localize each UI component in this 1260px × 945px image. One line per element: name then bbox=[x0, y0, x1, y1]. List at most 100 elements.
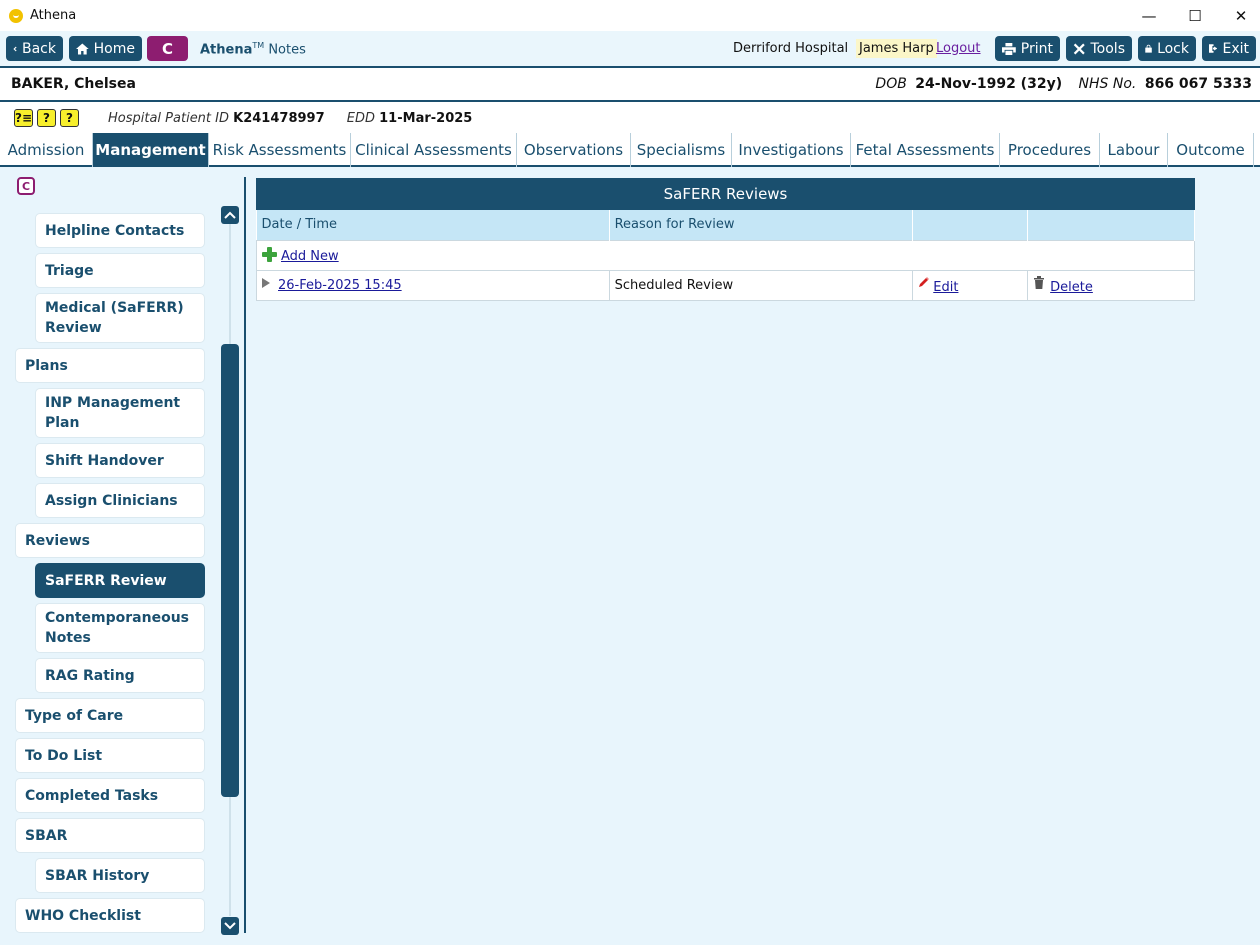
alert-question-icon-2[interactable]: ? bbox=[60, 109, 79, 127]
sidebar-item-medical-saferr-review[interactable]: Medical (SaFERR) Review bbox=[35, 293, 205, 343]
main-toolbar: Back Home C AthenaTM Notes Derriford Hos… bbox=[0, 31, 1260, 66]
window-title: Athena bbox=[30, 8, 77, 23]
patient-identifiers: DOB 24-Nov-1992 (32y) NHS No. 866 067 53… bbox=[863, 76, 1252, 92]
column-header-reason[interactable]: Reason for Review bbox=[609, 210, 914, 240]
hospital-id-label: Hospital Patient ID bbox=[108, 111, 229, 126]
tab-procedures[interactable]: Procedures bbox=[1000, 133, 1100, 167]
minimize-button[interactable]: — bbox=[1126, 0, 1172, 31]
datetime-cell: 26-Feb-2025 15:45 bbox=[256, 269, 610, 301]
column-header-datetime[interactable]: Date / Time bbox=[256, 210, 610, 240]
patient-name: BAKER, Chelsea bbox=[11, 76, 136, 92]
trash-icon[interactable] bbox=[1033, 275, 1045, 289]
delete-cell: Delete bbox=[1027, 269, 1195, 301]
sidebar-item-plans[interactable]: Plans bbox=[15, 348, 205, 383]
home-icon bbox=[76, 42, 89, 55]
tab-investigations[interactable]: Investigations bbox=[732, 133, 851, 167]
add-plus-icon[interactable] bbox=[262, 246, 277, 262]
lock-icon bbox=[1145, 44, 1152, 53]
exit-button[interactable]: Exit bbox=[1202, 36, 1256, 61]
tab-management[interactable]: Management bbox=[93, 133, 209, 167]
sidebar-item-sbar[interactable]: SBAR bbox=[15, 818, 205, 853]
home-button[interactable]: Home bbox=[69, 36, 142, 61]
chevron-left-icon bbox=[13, 46, 17, 51]
table-row: 26-Feb-2025 15:45 Scheduled Review Edit … bbox=[256, 269, 1195, 301]
close-window-button[interactable]: ✕ bbox=[1218, 0, 1260, 31]
app-name: Athena bbox=[200, 42, 253, 58]
hospital-name: Derriford Hospital bbox=[733, 41, 849, 56]
column-header-edit bbox=[912, 210, 1029, 240]
sidebar-item-sbar-history[interactable]: SBAR History bbox=[35, 858, 205, 893]
window-titlebar: Athena — ☐ ✕ bbox=[0, 0, 1260, 31]
nhs-label: NHS No. bbox=[1078, 76, 1137, 92]
lock-button[interactable]: Lock bbox=[1138, 36, 1196, 61]
hospital-id-value: K241478997 bbox=[233, 111, 325, 126]
maximize-button[interactable]: ☐ bbox=[1172, 0, 1218, 31]
edit-link[interactable]: Edit bbox=[933, 280, 958, 295]
tab-observations[interactable]: Observations bbox=[517, 133, 631, 167]
tab-specialisms[interactable]: Specialisms bbox=[631, 133, 732, 167]
alert-question-icon[interactable]: ? bbox=[37, 109, 56, 127]
tab-clinical-assessments[interactable]: Clinical Assessments bbox=[351, 133, 517, 167]
print-button[interactable]: Print bbox=[995, 36, 1060, 61]
alert-list-icon[interactable]: ?≡ bbox=[14, 109, 33, 127]
banner-divider bbox=[0, 100, 1260, 102]
sidebar-item-assign-clinicians[interactable]: Assign Clinicians bbox=[35, 483, 205, 518]
exit-label: Exit bbox=[1222, 40, 1249, 57]
user-name: James Harp bbox=[856, 39, 937, 58]
tab-risk-assessments[interactable]: Risk Assessments bbox=[209, 133, 351, 167]
lock-label: Lock bbox=[1157, 40, 1189, 57]
patient-ids: Hospital Patient ID K241478997 EDD 11-Ma… bbox=[108, 111, 490, 126]
app-title: AthenaTM Notes bbox=[200, 41, 306, 57]
sidebar-item-shift-handover[interactable]: Shift Handover bbox=[35, 443, 205, 478]
sidebar-item-saferr-review[interactable]: SaFERR Review bbox=[35, 563, 205, 598]
sidebar-item-triage[interactable]: Triage bbox=[35, 253, 205, 288]
scroll-down-button[interactable] bbox=[221, 917, 239, 935]
review-datetime-link[interactable]: 26-Feb-2025 15:45 bbox=[278, 278, 402, 293]
chevron-up-icon bbox=[224, 211, 236, 219]
app-module: Notes bbox=[268, 42, 306, 58]
sidebar-scroll-thumb[interactable] bbox=[221, 344, 239, 797]
tab-admission[interactable]: Admission bbox=[0, 133, 93, 167]
add-new-row: Add New bbox=[256, 239, 1195, 271]
reason-cell: Scheduled Review bbox=[608, 269, 914, 301]
home-label: Home bbox=[93, 40, 135, 57]
add-new-link[interactable]: Add New bbox=[281, 249, 339, 264]
back-button[interactable]: Back bbox=[6, 36, 63, 61]
sidebar-item-rag-rating[interactable]: RAG Rating bbox=[35, 658, 205, 693]
sidebar-item-to-do-list[interactable]: To Do List bbox=[15, 738, 205, 773]
delete-link[interactable]: Delete bbox=[1050, 280, 1093, 295]
exit-icon bbox=[1209, 44, 1218, 53]
nhs-value: 866 067 5333 bbox=[1144, 76, 1252, 92]
c-button[interactable]: C bbox=[147, 36, 188, 61]
edd-value: 11-Mar-2025 bbox=[379, 111, 473, 126]
expand-triangle-icon[interactable] bbox=[262, 277, 270, 288]
sidebar-item-reviews[interactable]: Reviews bbox=[15, 523, 205, 558]
tab-fetal-assessments[interactable]: Fetal Assessments bbox=[851, 133, 1000, 167]
c-badge-icon[interactable]: C bbox=[17, 177, 35, 195]
tab-labour[interactable]: Labour bbox=[1100, 133, 1168, 167]
sidebar-item-inp-management-plan[interactable]: INP Management Plan bbox=[35, 388, 205, 438]
reviews-table: Date / Time Reason for Review Add New 26… bbox=[256, 210, 1195, 301]
tab-outcome[interactable]: Outcome bbox=[1168, 133, 1254, 167]
sidebar-item-contemporaneous-notes[interactable]: Contemporaneous Notes bbox=[35, 603, 205, 653]
logout-link[interactable]: Logout bbox=[936, 41, 981, 56]
chevron-down-icon bbox=[224, 922, 236, 930]
back-label: Back bbox=[22, 40, 56, 57]
printer-icon bbox=[1002, 42, 1016, 55]
edit-cell: Edit bbox=[912, 269, 1029, 301]
tools-icon bbox=[1073, 43, 1085, 54]
tools-button[interactable]: Tools bbox=[1066, 36, 1132, 61]
column-header-delete bbox=[1027, 210, 1195, 240]
sidebar-divider bbox=[244, 177, 246, 933]
edd-label: EDD bbox=[346, 111, 375, 126]
sidebar-item-type-of-care[interactable]: Type of Care bbox=[15, 698, 205, 733]
patient-subbar: ?≡ ? ? Hospital Patient ID K241478997 ED… bbox=[0, 103, 1260, 131]
sidebar-item-helpline-contacts[interactable]: Helpline Contacts bbox=[35, 213, 205, 248]
sidebar-item-completed-tasks[interactable]: Completed Tasks bbox=[15, 778, 205, 813]
athena-logo-icon bbox=[9, 8, 23, 23]
pencil-icon[interactable] bbox=[918, 276, 930, 288]
table-header-row: Date / Time Reason for Review bbox=[256, 210, 1195, 240]
scroll-up-button[interactable] bbox=[221, 206, 239, 224]
dob-label: DOB bbox=[875, 76, 907, 92]
sidebar-item-who-checklist[interactable]: WHO Checklist bbox=[15, 898, 205, 933]
